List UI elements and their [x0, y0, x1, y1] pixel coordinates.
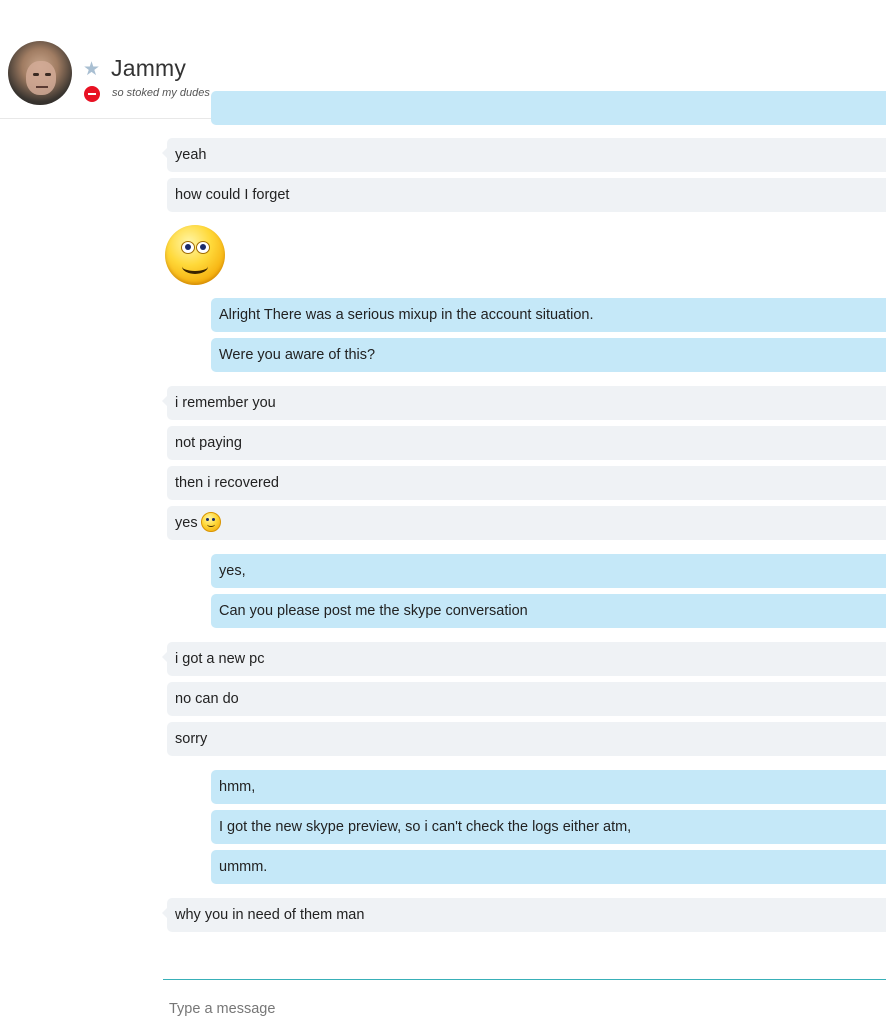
- contact-avatar[interactable]: [8, 41, 72, 105]
- message-bubble-incoming: yeah: [167, 138, 886, 172]
- star-icon[interactable]: ★: [83, 60, 100, 79]
- message-bubble-incoming: sorry: [167, 722, 886, 756]
- message-bubble-incoming: how could I forget: [167, 178, 886, 212]
- smile-emoticon: [200, 511, 221, 532]
- message-bubble-incoming: not paying: [167, 426, 886, 460]
- avatar-mouth: [36, 86, 48, 88]
- message-bubble-outgoing: Were you aware of this?: [211, 338, 886, 372]
- avatar-eye-left: [33, 73, 39, 76]
- contact-name[interactable]: Jammy: [111, 55, 186, 82]
- message-bubble-incoming: why you in need of them man: [167, 898, 886, 932]
- mood-message: so stoked my dudes: [112, 87, 210, 99]
- message-text: yes: [175, 515, 198, 531]
- message-bubble-outgoing: ummm.: [211, 850, 886, 884]
- message-bubble-outgoing: Can you please post me the skype convers…: [211, 594, 886, 628]
- message-bubble-incoming: no can do: [167, 682, 886, 716]
- message-bubble-outgoing: I got the new skype preview, so i can't …: [211, 810, 886, 844]
- compose-bar: [163, 979, 886, 1024]
- emoticon-eye-right: [196, 241, 210, 254]
- avatar-eye-right: [45, 73, 51, 76]
- emoticon-mouth: [182, 259, 208, 274]
- message-bubble-incoming: yes: [167, 506, 886, 540]
- message-bubble-incoming: then i recovered: [167, 466, 886, 500]
- message-bubble-outgoing: yes,: [211, 554, 886, 588]
- message-bubble-outgoing: Alright There was a serious mixup in the…: [211, 298, 886, 332]
- emoticon-eye-left: [181, 241, 195, 254]
- message-list[interactable]: yeah how could I forget Alright There wa…: [0, 91, 886, 979]
- avatar-face: [26, 61, 56, 95]
- message-input[interactable]: [169, 998, 869, 1020]
- message-bubble-outgoing: hmm,: [211, 770, 886, 804]
- message-bubble-outgoing-partial: [211, 91, 886, 125]
- message-bubble-incoming: i remember you: [167, 386, 886, 420]
- message-bubble-incoming: i got a new pc: [167, 642, 886, 676]
- smile-emoticon: [165, 225, 225, 285]
- do-not-disturb-icon: [84, 86, 100, 102]
